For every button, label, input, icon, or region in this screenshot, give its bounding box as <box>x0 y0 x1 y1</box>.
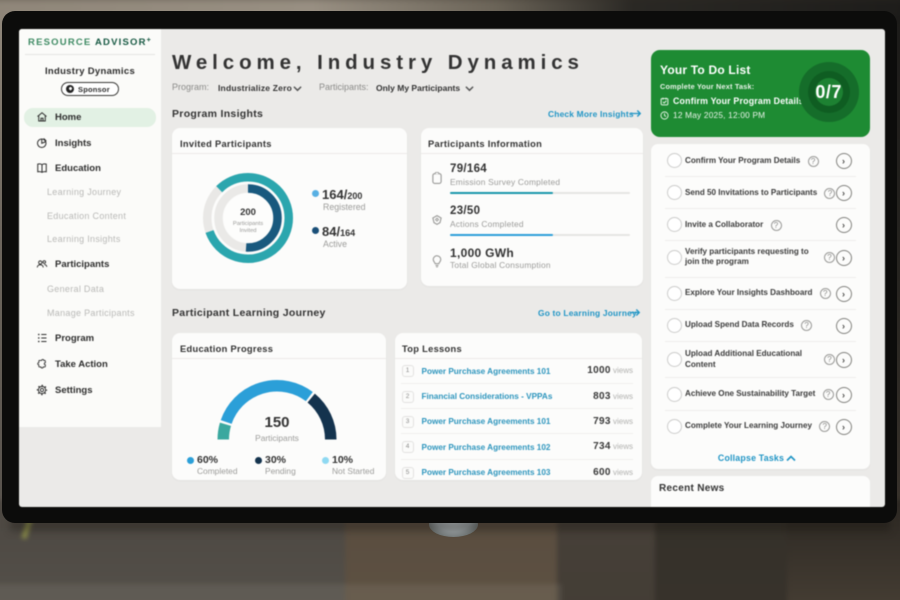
svg-text:Participants: Participants <box>233 221 263 227</box>
svg-text:200: 200 <box>240 207 256 218</box>
svg-text:Invited: Invited <box>239 228 256 234</box>
